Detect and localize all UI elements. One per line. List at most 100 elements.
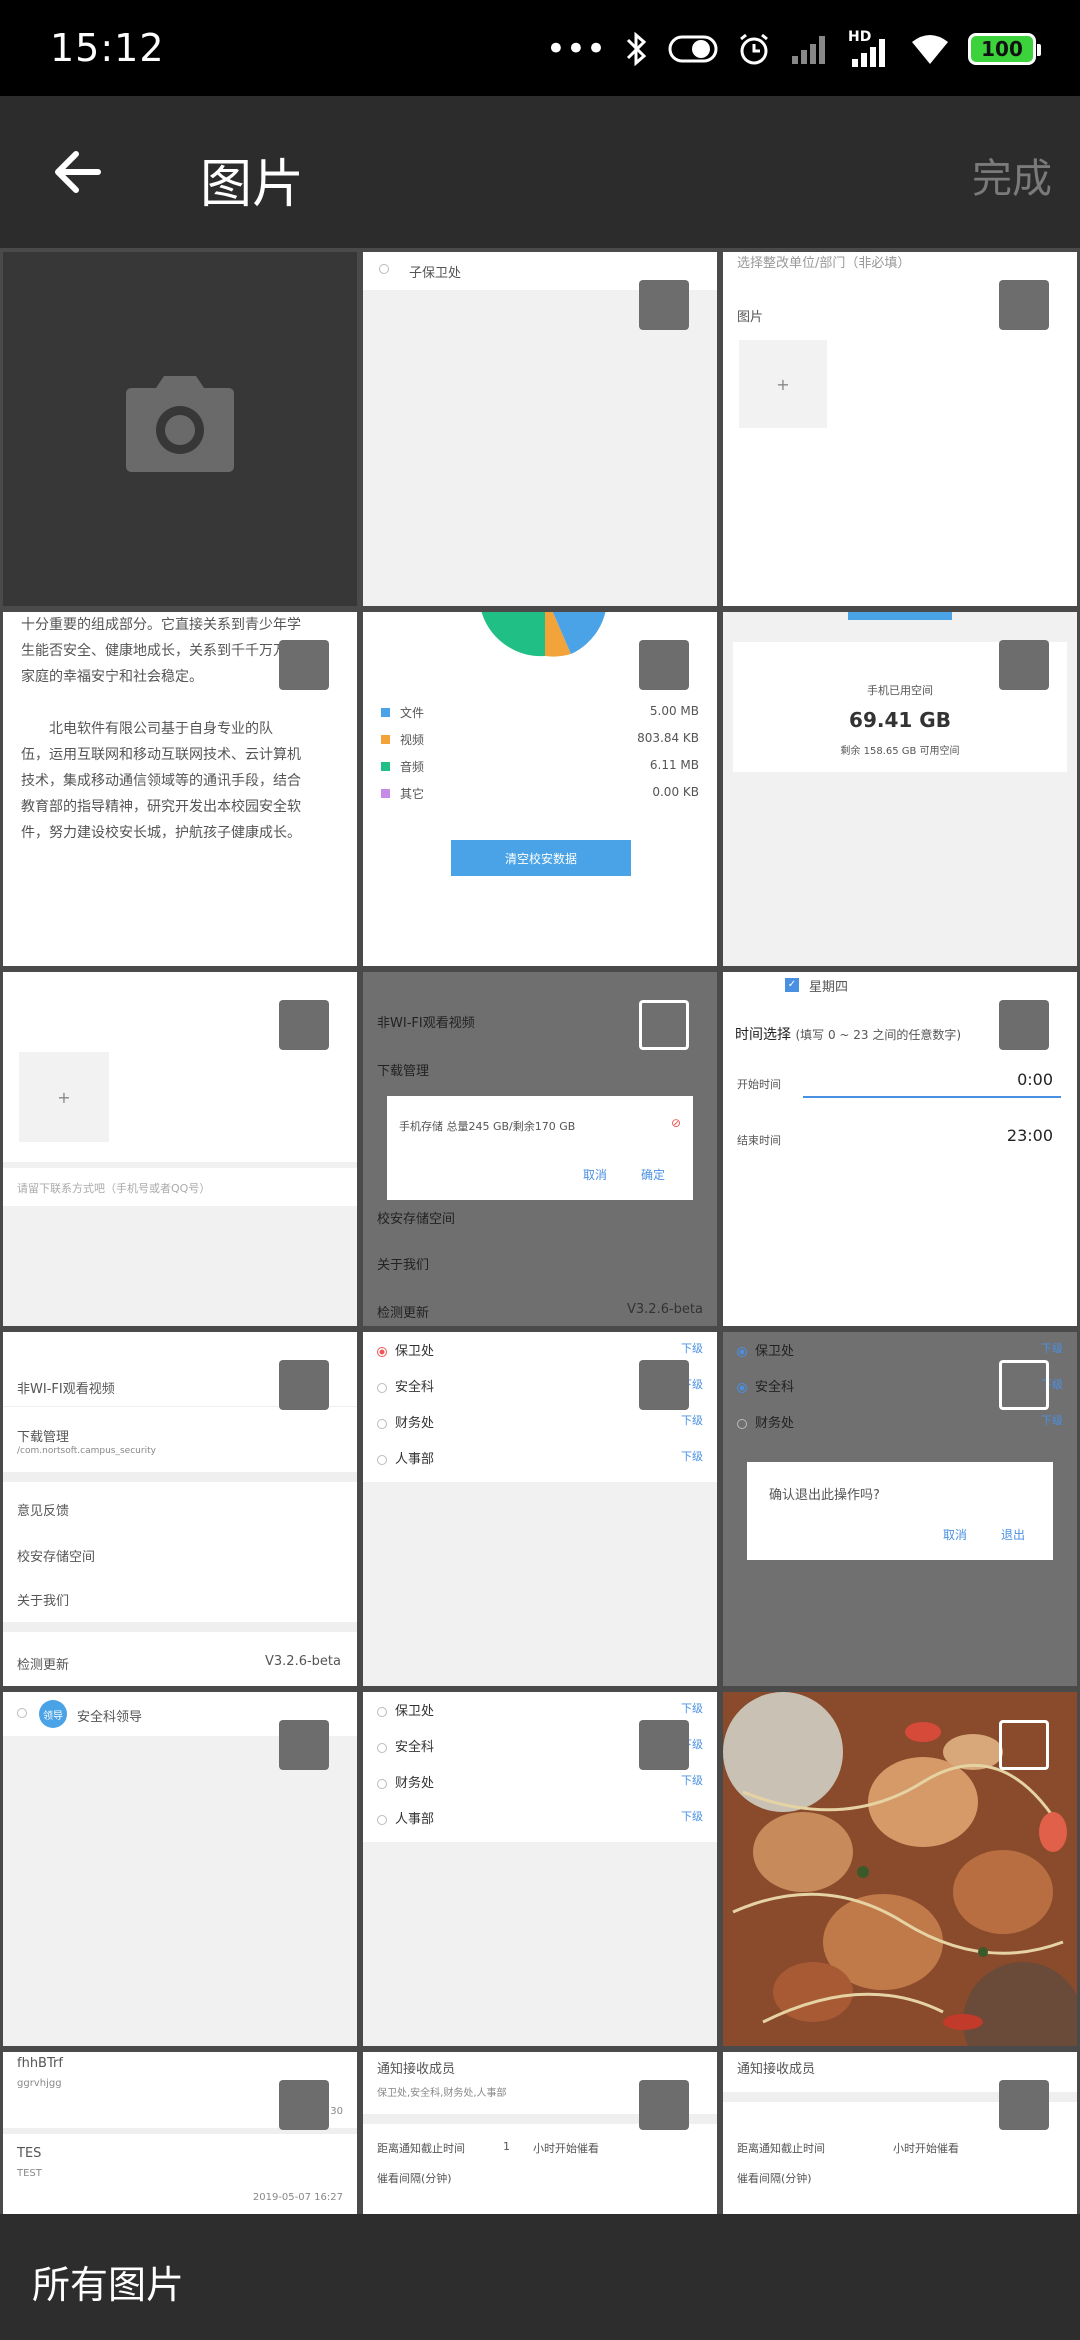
image-thumb[interactable]: 十分重要的组成部分。它直接关系到青少年学 生能否安全、健康地成长，关系到千千万万个… — [3, 612, 357, 966]
signal-icon — [792, 36, 825, 64]
time-select-label: 时间选择 — [735, 1027, 791, 1043]
image-thumb[interactable]: 通知接收成员 保卫处,安全科,财务处,人事部 距离通知截止时间 1 小时开始催看… — [363, 2052, 717, 2214]
dept-name: 保卫处 — [395, 1704, 435, 1719]
dept-row: 人事部 下级 — [377, 1448, 703, 1470]
image-thumb[interactable]: 手机已用空间 69.41 GB 剩余 158.65 GB 可用空间 — [723, 612, 1077, 966]
image-thumb[interactable]: 选择整改单位/部门（非必填） 图片 + — [723, 252, 1077, 606]
image-thumb[interactable]: 领导 安全科领导 — [3, 1692, 357, 2046]
dept-row: 保卫处 下级 — [377, 1340, 703, 1362]
cutoff-label: 距离通知截止时间 — [377, 2142, 465, 2155]
image-thumb[interactable]: 文件 5.00 MB 视频 803.84 KB 音频 6.11 MB 其它 0.00 KB 清… — [363, 612, 717, 966]
dept-name: 人事部 — [395, 1452, 435, 1467]
about-setting: 关于我们 — [377, 1258, 430, 1273]
album-selector[interactable]: 所有图片 — [32, 2254, 184, 2309]
select-checkbox[interactable] — [279, 1000, 329, 1050]
dept-name: 财务处 — [395, 1776, 435, 1791]
article-line: 技术，集成移动通信领域等的通讯手段，结合 — [21, 773, 301, 789]
select-checkbox[interactable] — [999, 1000, 1049, 1050]
status-bar: 15:12 ••• HD 100 — [0, 0, 1080, 96]
image-thumb[interactable]: 保卫处 下级 安全科 下级 财务处 下级 确认退出此操作吗? 取消 退出 — [723, 1332, 1077, 1686]
version-label: V3.2.6-beta — [265, 1654, 341, 1669]
image-thumb[interactable]: 通知接收成员 距离通知截止时间 小时开始催看 催看间隔(分钟) — [723, 2052, 1077, 2214]
storage-dialog: 手机存储 总量245 GB/剩余170 GB ⊘ 取消 确定 — [387, 1096, 693, 1200]
image-thumb[interactable]: ✓ 星期四 时间选择 (填写 0 ~ 23 之间的任意数字) 开始时间 0:00… — [723, 972, 1077, 1326]
status-icons: ••• HD 100 — [546, 24, 1041, 74]
download-path: /com.nortsoft.campus_security — [17, 1446, 156, 1456]
pic-label: 图片 — [737, 310, 764, 325]
members-value: 保卫处,安全科,财务处,人事部 — [377, 2088, 507, 2099]
time-hint: (填写 0 ~ 23 之间的任意数字) — [795, 1028, 962, 1042]
legend-swatch — [381, 735, 390, 744]
legend-swatch — [381, 762, 390, 771]
record-sub: TEST — [17, 2168, 42, 2179]
weekday-label: 星期四 — [809, 980, 849, 995]
wifi-setting: 非WI-FI观看视频 — [17, 1382, 115, 1397]
legend-row: 视频 803.84 KB — [381, 731, 699, 748]
divider — [3, 1472, 357, 1482]
select-checkbox[interactable] — [999, 2080, 1049, 2130]
dept-row: 保卫处 下级 — [377, 1700, 703, 1722]
hd-label: HD — [848, 29, 872, 45]
sub-level-link: 下级 — [681, 1414, 703, 1427]
select-checkbox[interactable] — [639, 1360, 689, 1410]
camera-tile[interactable] — [3, 252, 357, 606]
download-setting: 下载管理 — [377, 1064, 430, 1079]
image-thumb[interactable]: fhhBTrf ggrvhjgg 201 30 TES TEST 2019-05… — [3, 2052, 357, 2214]
dept-row: 人事部 下级 — [377, 1808, 703, 1830]
legend-name: 音频 — [400, 760, 425, 774]
dialog-text: 手机存储 总量245 GB/剩余170 GB — [399, 1120, 576, 1133]
legend-name: 文件 — [400, 706, 425, 720]
download-setting: 下载管理 — [17, 1430, 70, 1445]
select-checkbox[interactable] — [639, 1720, 689, 1770]
used-value: 69.41 GB — [849, 708, 951, 732]
select-checkbox[interactable] — [279, 1720, 329, 1770]
dept-name: 财务处 — [755, 1416, 795, 1431]
legend-swatch — [381, 789, 390, 798]
select-checkbox[interactable] — [639, 280, 689, 330]
sub-level-link: 下级 — [1041, 1414, 1063, 1427]
radio-icon — [377, 1814, 387, 1825]
select-checkbox[interactable] — [639, 640, 689, 690]
back-arrow-icon[interactable] — [48, 142, 108, 202]
remain-label: 剩余 158.65 GB 可用空间 — [840, 746, 960, 757]
article-line: 伍，运用互联网和移动互联网技术、云计算机 — [21, 747, 301, 763]
add-image-box: + — [739, 340, 827, 428]
select-checkbox[interactable] — [279, 640, 329, 690]
article-line: 教育部的指导精神，研究开发出本校园安全软 — [21, 799, 301, 815]
sub-level-link: 下级 — [1041, 1342, 1063, 1355]
image-thumb[interactable]: + 请留下联系方式吧（手机号或者QQ号） — [3, 972, 357, 1326]
page-title: 图片 — [200, 155, 305, 215]
members-label: 通知接收成员 — [737, 2062, 816, 2077]
select-checkbox[interactable] — [999, 1360, 1049, 1410]
feedback-setting: 意见反馈 — [17, 1504, 70, 1519]
cutoff-value: 1 — [503, 2140, 510, 2153]
done-button[interactable]: 完成 — [972, 146, 1052, 204]
select-checkbox[interactable] — [639, 1000, 689, 1050]
check-circle-icon: ⊘ — [670, 1116, 681, 1130]
select-checkbox[interactable] — [639, 2080, 689, 2130]
radio-icon — [737, 1418, 747, 1429]
interval-label: 催看间隔(分钟) — [737, 2172, 812, 2185]
image-thumb[interactable]: 非WI-FI观看视频 下载管理 手机存储 总量245 GB/剩余170 GB ⊘… — [363, 972, 717, 1326]
food-photo[interactable] — [723, 1692, 1077, 2046]
cutoff-after: 小时开始催看 — [533, 2142, 599, 2155]
item-label: 子保卫处 — [409, 266, 462, 281]
image-thumb[interactable]: 保卫处 下级 安全科 下级 财务处 下级 人事部 下级 — [363, 1692, 717, 2046]
select-checkbox[interactable] — [999, 1720, 1049, 1770]
select-checkbox[interactable] — [279, 2080, 329, 2130]
image-thumb[interactable]: 非WI-FI观看视频 下载管理 /com.nortsoft.campus_sec… — [3, 1332, 357, 1686]
radio-icon — [377, 1418, 387, 1429]
image-thumb[interactable]: 子保卫处 — [363, 252, 717, 606]
select-checkbox[interactable] — [999, 280, 1049, 330]
wifi-icon — [912, 35, 948, 64]
dept-name: 保卫处 — [755, 1344, 795, 1359]
article-line: 北电软件有限公司基于自身专业的队 — [49, 721, 273, 737]
app-bar: 图片 完成 — [0, 96, 1080, 248]
image-thumb[interactable]: 保卫处 下级 安全科 下级 财务处 下级 人事部 下级 — [363, 1332, 717, 1686]
battery-icon: 100 — [968, 33, 1041, 65]
signal-hd-icon: HD — [848, 29, 892, 69]
select-checkbox[interactable] — [279, 1360, 329, 1410]
record-title: TES — [17, 2146, 42, 2161]
select-checkbox[interactable] — [999, 640, 1049, 690]
checkbox-checked-icon: ✓ — [785, 978, 799, 992]
